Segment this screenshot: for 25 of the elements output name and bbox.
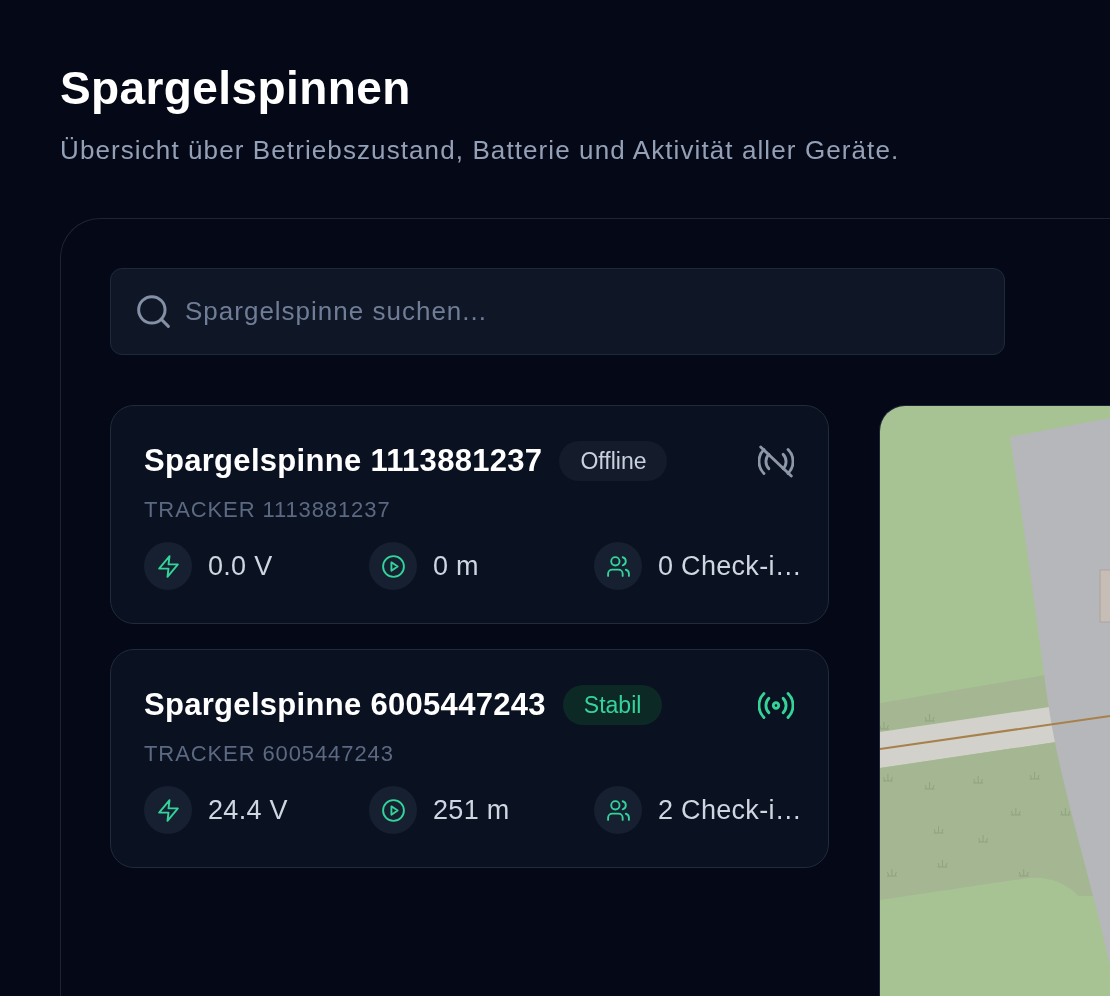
stat-value: 0.0 V: [208, 550, 273, 583]
people-icon: [594, 786, 642, 834]
tracker-id: TRACKER 6005447243: [144, 740, 394, 768]
page-title: Spargelspinnen: [60, 61, 411, 116]
page-subtitle: Übersicht über Betriebszustand, Batterie und Aktivität aller Geräte.: [60, 134, 900, 166]
stat-value: 24.4 V: [208, 794, 288, 827]
stat-value: 251 m: [433, 794, 510, 827]
map-drawing[interactable]: [879, 405, 1110, 996]
people-icon: [594, 542, 642, 590]
stat-value: 2 Check-i…: [658, 794, 803, 827]
bolt-icon: [144, 542, 192, 590]
stat-value: 0 m: [433, 550, 479, 583]
stat-value: 0 Check-i…: [658, 550, 803, 583]
search-icon: [137, 295, 170, 328]
tracker-card[interactable]: Spargelspinne 6005447243 Stabil TRACKER 6005447243 24.4 V 251 m 2 Check-i…: [110, 649, 829, 868]
play-circle-icon: [369, 786, 417, 834]
bolt-icon: [144, 786, 192, 834]
status-badge: Stabil: [562, 685, 663, 725]
search-field[interactable]: Spargelspinne suchen...: [110, 268, 1005, 355]
tracker-card[interactable]: Spargelspinne 1113881237 Offline TRACKER 1113881237 0.0 V 0 m 0 Check-i…: [110, 405, 829, 624]
play-circle-icon: [369, 542, 417, 590]
tracker-id: TRACKER 1113881237: [144, 496, 391, 524]
tracker-name: Spargelspinne 1113881237: [144, 442, 543, 480]
status-badge: Offline: [559, 441, 668, 481]
tracker-name: Spargelspinne 6005447243: [144, 686, 546, 724]
